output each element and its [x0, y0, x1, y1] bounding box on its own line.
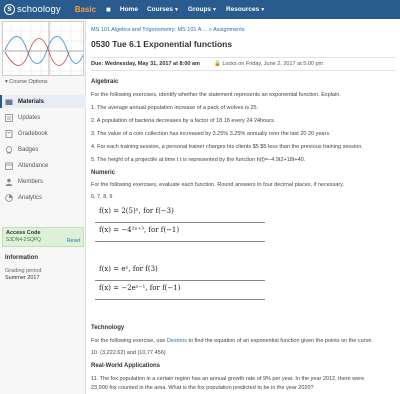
divider [95, 222, 265, 223]
question-11-line-2: 23,900 fox counted in the area. What is … [91, 385, 314, 391]
sidebar-item-materials[interactable]: Materials [0, 95, 86, 108]
desmos-link[interactable]: Desmos [167, 338, 187, 344]
attendance-icon [5, 162, 13, 170]
grading-period-label: Grading period [5, 268, 42, 274]
technology-instructions: For the following exercise, use Desmos t… [91, 338, 373, 344]
sidebar-item-label: Analytics [18, 194, 43, 201]
algebraic-instructions: For the following exercises, identify wh… [91, 92, 341, 98]
course-options[interactable]: ▾ Course Options [5, 79, 48, 85]
course-thumbnail[interactable] [2, 21, 84, 76]
sidebar-item-updates[interactable]: Updates [0, 111, 86, 124]
access-code-box: Access Code S3DN4-2SQPQ Reset [2, 227, 84, 247]
basic-label: Basic [74, 5, 97, 14]
page-title: 0530 Tue 6.1 Exponential functions [91, 39, 233, 49]
nav-groups-label: Groups [187, 6, 212, 13]
section-heading-algebraic: Algebraic [91, 79, 119, 85]
course-sidebar: ▾ Course Options Materials Updates Grade… [0, 19, 86, 394]
reset-link[interactable]: Reset [67, 238, 80, 244]
question-numbers: 6, 7, 8, 9 [91, 194, 113, 200]
divider [95, 241, 265, 242]
sidebar-item-label: Materials [18, 98, 45, 105]
sidebar-item-label: Badges [18, 146, 39, 153]
chevron-down-icon: ▼ [260, 7, 266, 13]
divider [95, 299, 265, 300]
chevron-down-icon: ▼ [173, 7, 179, 13]
divider [95, 280, 265, 281]
sidebar-item-gradebook[interactable]: Gradebook [0, 127, 86, 140]
sidebar-item-label: Attendance [18, 162, 49, 169]
numeric-instructions: For the following exercises, evaluate ea… [91, 182, 345, 188]
home-icon[interactable]: ■ [106, 5, 111, 14]
section-heading-real-world: Real-World Applications [91, 363, 161, 369]
sidebar-item-members[interactable]: Members [0, 175, 86, 188]
assignment-content: MS 101 Algebra and Trigonometry: MS 101 … [91, 19, 400, 394]
lock-date: 🔒 Locks on Friday, June 2, 2017 at 5:00 … [213, 61, 324, 67]
sidebar-item-attendance[interactable]: Attendance [0, 159, 86, 172]
nav-resources-label: Resources [226, 6, 260, 13]
question-2: 2. A population of bacteria decreases by… [91, 118, 276, 124]
schoology-logo[interactable]: s schoology [4, 4, 61, 15]
sidebar-item-label: Members [18, 178, 44, 185]
due-date: Due: Wednesday, May 31, 2017 at 8:00 am [91, 61, 200, 67]
nav-courses-label: Courses [146, 6, 173, 13]
section-heading-technology: Technology [91, 325, 125, 331]
section-heading-numeric: Numeric [91, 170, 116, 176]
formula-3: f(x) = eˣ, for f(3) [99, 265, 158, 273]
question-10: 10. (3,222.62) and (10,77.456) [91, 350, 166, 356]
nav-groups[interactable]: Groups▼ [188, 6, 217, 13]
course-thumbnail-graph [3, 22, 83, 75]
lock-date-label: Locks on Friday, June 2, 2017 at 5:00 pm [222, 61, 324, 67]
gradebook-icon [5, 129, 13, 138]
top-navigation: s schoology Basic ■ Home Courses▼ Groups… [0, 0, 400, 19]
question-5: 5. The height of a projectile at time t … [91, 157, 306, 163]
formula-4: f(x) = −2eˣ⁻¹, for f(−1) [99, 284, 181, 292]
brand-name: schoology [17, 4, 61, 15]
formula-2: f(x) = −4²ˣ⁺³, for f(−1) [99, 226, 180, 234]
sidebar-item-analytics[interactable]: Analytics [0, 191, 86, 204]
sidebar-item-label: Gradebook [18, 130, 48, 137]
access-code-title: Access Code [6, 230, 41, 236]
badge-icon [5, 145, 13, 154]
formula-1: f(x) = 2(5)ˣ, for f(−3) [99, 207, 174, 215]
breadcrumb[interactable]: MS 101 Algebra and Trigonometry: MS 101 … [91, 27, 244, 33]
question-4: 4. For each training session, a personal… [91, 144, 363, 150]
course-options-label: Course Options [9, 79, 48, 85]
due-date-row: Due: Wednesday, May 31, 2017 at 8:00 am … [91, 57, 396, 71]
question-1: 1. The average annual population increas… [91, 105, 259, 111]
sidebar-item-label: Updates [18, 114, 41, 121]
folder-icon [5, 99, 13, 105]
schoology-logo-icon: s [4, 4, 15, 15]
nav-resources[interactable]: Resources▼ [226, 6, 265, 13]
analytics-icon [5, 193, 13, 202]
nav-home[interactable]: Home [120, 6, 138, 13]
updates-icon [5, 113, 13, 122]
question-11-line-1: 11. The fox population in a certain regi… [91, 376, 365, 382]
sidebar-item-badges[interactable]: Badges [0, 143, 86, 156]
information-heading: Information [5, 255, 38, 261]
grading-period-value: Summer 2017 [5, 275, 40, 281]
question-3: 3. The value of a coin collection has in… [91, 131, 331, 137]
nav-courses[interactable]: Courses▼ [147, 6, 179, 13]
technology-text-a: For the following exercise, use [91, 338, 166, 344]
technology-text-b: to find the equation of an exponential f… [188, 338, 373, 344]
chevron-down-icon: ▼ [212, 7, 217, 13]
members-icon [5, 178, 13, 186]
